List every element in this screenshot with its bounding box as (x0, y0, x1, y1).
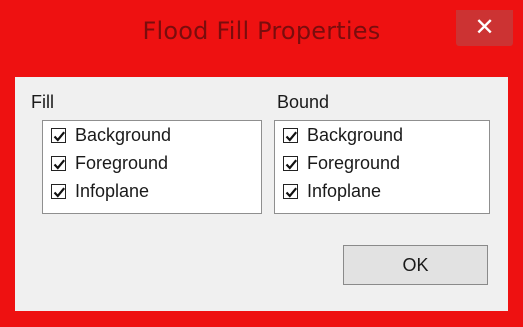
fill-foreground-label: Foreground (75, 152, 169, 173)
dialog-body: Fill Background Foreground Infoplane Bou… (15, 77, 508, 311)
bound-listbox: Background Foreground Infoplane (274, 120, 490, 214)
checkmark-icon (53, 159, 66, 170)
dialog-window: Flood Fill Properties ✕ Fill Background … (0, 0, 523, 327)
checkmark-icon (53, 131, 66, 142)
bound-infoplane-label: Infoplane (307, 180, 382, 201)
fill-group-label: Fill (31, 92, 54, 112)
bound-foreground-label: Foreground (307, 152, 401, 173)
bound-item-foreground[interactable]: Foreground (283, 151, 400, 175)
bound-infoplane-checkbox[interactable] (283, 183, 298, 199)
fill-item-foreground[interactable]: Foreground (51, 151, 168, 175)
bound-background-label: Background (307, 124, 404, 145)
close-icon: ✕ (474, 13, 495, 41)
fill-item-infoplane[interactable]: Infoplane (51, 179, 149, 203)
checkmark-icon (285, 131, 298, 142)
checkmark-icon (53, 187, 66, 198)
fill-infoplane-label: Infoplane (75, 180, 150, 201)
dialog-title: Flood Fill Properties (142, 17, 381, 45)
ok-button[interactable]: OK (343, 245, 488, 285)
bound-foreground-checkbox[interactable] (283, 155, 298, 171)
close-button[interactable]: ✕ (456, 10, 513, 46)
fill-item-background[interactable]: Background (51, 123, 171, 147)
fill-background-label: Background (75, 124, 172, 145)
fill-infoplane-checkbox[interactable] (51, 183, 66, 199)
bound-background-checkbox[interactable] (283, 127, 298, 143)
bound-group-label: Bound (277, 92, 330, 112)
checkmark-icon (285, 187, 298, 198)
checkmark-icon (285, 159, 298, 170)
title-bar[interactable]: Flood Fill Properties ✕ (0, 0, 523, 76)
bound-item-background[interactable]: Background (283, 123, 403, 147)
fill-foreground-checkbox[interactable] (51, 155, 66, 171)
bound-item-infoplane[interactable]: Infoplane (283, 179, 381, 203)
fill-background-checkbox[interactable] (51, 127, 66, 143)
fill-listbox: Background Foreground Infoplane (42, 120, 262, 214)
